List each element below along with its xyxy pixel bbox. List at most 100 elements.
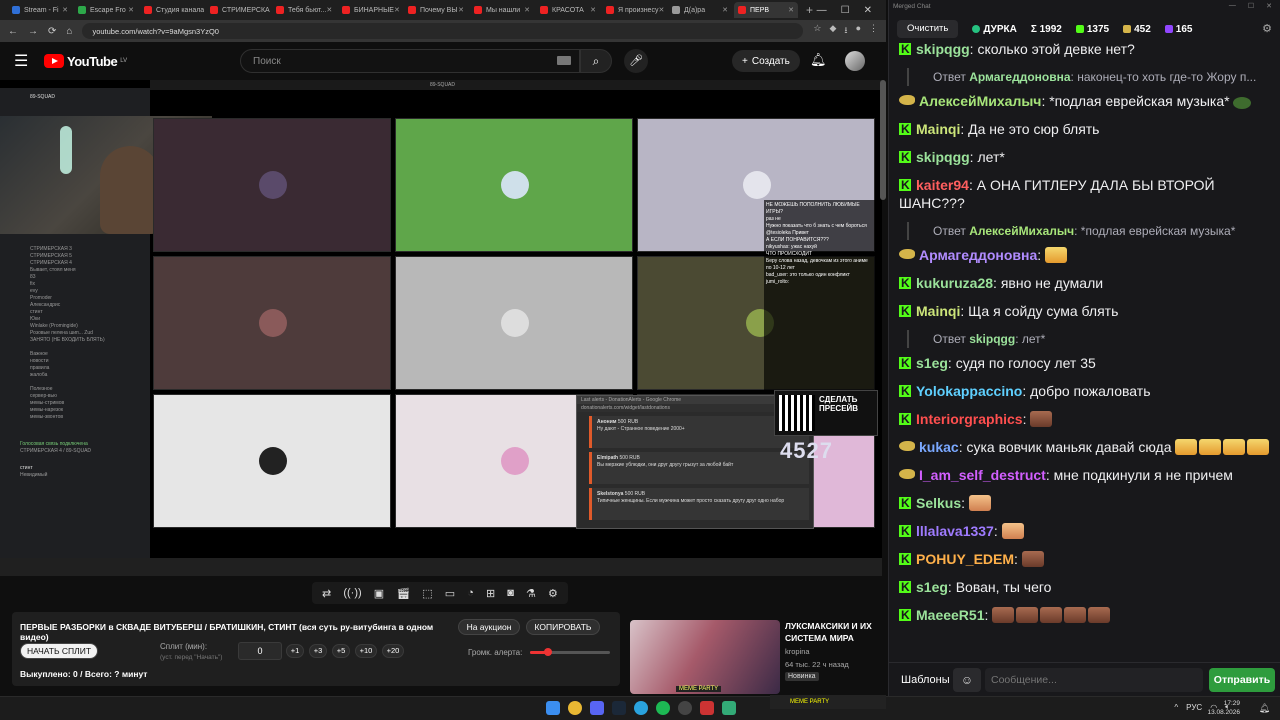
chat-username[interactable]: POHUY_EDEM bbox=[916, 551, 1014, 567]
message-input[interactable] bbox=[985, 668, 1203, 692]
clapper-icon[interactable]: 🎬︎ bbox=[396, 587, 410, 600]
maximize-icon[interactable]: ☐ bbox=[1248, 2, 1254, 10]
chat-username[interactable]: MaeeeR51 bbox=[916, 607, 985, 623]
chat-message-list[interactable]: skipqgg: сколько этой девке нет? Ответ А… bbox=[889, 40, 1280, 662]
hamburger-menu-icon[interactable]: ☰ bbox=[14, 51, 44, 71]
chat-message[interactable]: I_am_self_destruct: мне подкинули я не п… bbox=[899, 466, 1273, 484]
theater-icon[interactable]: ▭ bbox=[445, 587, 455, 600]
camera-record-icon[interactable]: ▣ bbox=[374, 587, 384, 600]
browser-tab[interactable]: БИНАРНЫЕ ✕ bbox=[338, 2, 402, 18]
star-icon[interactable]: ☆ bbox=[813, 23, 821, 39]
emoji-button[interactable]: ☺ bbox=[953, 668, 981, 692]
shuffle-icon[interactable]: ⇄ bbox=[322, 587, 331, 600]
app-icon[interactable] bbox=[700, 701, 714, 715]
chat-message[interactable]: lllalava1337: bbox=[899, 522, 1273, 540]
chat-username[interactable]: s1eg bbox=[916, 355, 948, 371]
chat-username[interactable]: Yolokappaccino bbox=[916, 383, 1022, 399]
close-icon[interactable]: ✕ bbox=[1266, 2, 1272, 10]
search-button[interactable]: ⌕ bbox=[580, 49, 612, 73]
start-split-button[interactable]: НАЧАТЬ СПЛИТ bbox=[20, 643, 98, 659]
chat-username[interactable]: lllalava1337 bbox=[916, 523, 994, 539]
broadcast-icon[interactable]: ((·)) bbox=[343, 587, 361, 599]
chevron-up-icon[interactable]: ^ bbox=[1174, 703, 1178, 712]
chat-message[interactable]: Mainqi: Да не это сюр блять bbox=[899, 120, 1273, 138]
chat-message[interactable]: Selkus: bbox=[899, 494, 1273, 512]
url-field[interactable]: youtube.com/watch?v=9aMgsn3YzQ0 bbox=[82, 23, 804, 39]
browser-tab[interactable]: Д(а)ра ✕ bbox=[668, 2, 732, 18]
recommended-title[interactable]: ЛУКСМАКСИКИ И ИХ СИСТЕМА МИРА bbox=[785, 620, 885, 644]
send-button[interactable]: Отправить bbox=[1209, 668, 1275, 692]
chat-username[interactable]: Interiorgraphics bbox=[916, 411, 1023, 427]
video-player[interactable]: 89-SQUAD 89-SQUAD СТРИМЕРСКАЯ 3 СТРИМЕРСК… bbox=[0, 80, 882, 576]
chat-message[interactable]: Interiorgraphics: bbox=[899, 410, 1273, 428]
chat-message[interactable]: skipqgg: сколько этой девке нет? bbox=[899, 40, 1273, 58]
auction-button[interactable]: На аукцион bbox=[458, 619, 520, 635]
chat-message[interactable]: skipqgg: лет* bbox=[899, 148, 1273, 166]
chat-username[interactable]: kukac bbox=[919, 439, 959, 455]
browser-tab[interactable]: Я произнесу ✕ bbox=[602, 2, 666, 18]
youtube-logo[interactable]: YouTube LV bbox=[44, 54, 127, 69]
start-icon[interactable] bbox=[546, 701, 560, 715]
telegram-icon[interactable] bbox=[634, 701, 648, 715]
chat-message[interactable]: POHUY_EDEM: bbox=[899, 550, 1273, 568]
browser-tab[interactable]: Почему ВЫ ✕ bbox=[404, 2, 468, 18]
chat-username[interactable]: skipqgg bbox=[916, 149, 970, 165]
chat-message[interactable]: kukuruza28: явно не думали bbox=[899, 274, 1273, 292]
browser-tab[interactable]: СТРИМЕРСКАЯ✕ bbox=[206, 2, 270, 18]
chat-username[interactable]: Армагеддоновна bbox=[969, 70, 1070, 84]
chat-username[interactable]: Армагеддоновна bbox=[919, 247, 1037, 263]
keyboard-icon[interactable] bbox=[557, 56, 571, 65]
chat-reply[interactable]: Ответ Армагеддоновна: наконец-то хоть гд… bbox=[907, 68, 1273, 86]
chat-message[interactable]: kukac: сука вовчик маньяк давай сюда bbox=[899, 438, 1273, 456]
tab-close-icon[interactable]: ✕ bbox=[524, 6, 530, 14]
chat-message[interactable]: MaeeeR51: bbox=[899, 606, 1273, 624]
home-icon[interactable]: ⌂ bbox=[66, 26, 72, 37]
chat-message[interactable]: АлексейМихалыч: *подлая еврейская музыка… bbox=[899, 92, 1273, 110]
forward-icon[interactable]: → bbox=[28, 26, 38, 37]
increment-button[interactable]: +5 bbox=[332, 644, 350, 658]
extension-icon[interactable]: ◆ bbox=[829, 23, 836, 39]
media-widget[interactable]: MEME PARTY bbox=[770, 695, 886, 709]
increment-button[interactable]: +10 bbox=[355, 644, 377, 658]
download-icon[interactable]: ⭳ bbox=[844, 23, 847, 39]
chrome-icon[interactable] bbox=[568, 701, 582, 715]
voice-search-button[interactable]: 🎤︎ bbox=[624, 49, 648, 73]
obs-icon[interactable] bbox=[678, 701, 692, 715]
tab-close-icon[interactable]: ✕ bbox=[658, 6, 664, 14]
add-clip-icon[interactable]: ⊞ bbox=[486, 587, 495, 600]
account-avatar[interactable] bbox=[845, 51, 865, 71]
chat-reply[interactable]: Ответ skipqgg: лет* bbox=[907, 330, 1273, 348]
browser-tab[interactable]: Escape Fro ✕ bbox=[74, 2, 138, 18]
increment-button[interactable]: +1 bbox=[286, 644, 304, 658]
language-indicator[interactable]: РУС bbox=[1186, 703, 1202, 712]
tab-close-icon[interactable]: ✕ bbox=[590, 6, 596, 14]
tab-close-icon[interactable]: ✕ bbox=[62, 6, 68, 14]
chat-username[interactable]: I_am_self_destruct bbox=[919, 467, 1046, 483]
app-icon[interactable] bbox=[722, 701, 736, 715]
page-scrollbar[interactable] bbox=[880, 80, 886, 200]
templates-button[interactable]: Шаблоны bbox=[893, 668, 958, 692]
kebab-menu-icon[interactable]: ⋮ bbox=[869, 23, 878, 39]
spotify-icon[interactable] bbox=[656, 701, 670, 715]
recommended-video[interactable]: MEME PARTY ЛУКСМАКСИКИ И ИХ СИСТЕМА МИРА… bbox=[630, 620, 886, 694]
increment-button[interactable]: +20 bbox=[382, 644, 404, 658]
gear-icon[interactable]: ⚙ bbox=[1262, 22, 1272, 35]
chat-username[interactable]: skipqgg bbox=[969, 332, 1015, 346]
chat-message[interactable]: s1eg: судя по голосу лет 35 bbox=[899, 354, 1273, 372]
tab-close-icon[interactable]: ✕ bbox=[326, 6, 332, 14]
chat-username[interactable]: АлексейМихалыч bbox=[919, 93, 1041, 109]
taskbar-clock[interactable]: 17:29 13.08.2026 bbox=[1207, 699, 1240, 717]
create-button[interactable]: + Создать bbox=[732, 50, 800, 72]
steam-icon[interactable] bbox=[612, 701, 626, 715]
browser-tab[interactable]: Stream - Fi ✕ bbox=[8, 2, 72, 18]
fullscreen-frame-icon[interactable]: ⬚ bbox=[422, 587, 432, 600]
chat-message[interactable]: s1eg: Вован, ты чего bbox=[899, 578, 1273, 596]
browser-tab[interactable]: Тебя бьют... ✕ bbox=[272, 2, 336, 18]
chat-username[interactable]: kaiter94 bbox=[916, 177, 969, 193]
chat-message[interactable]: Армагеддоновна: bbox=[899, 246, 1273, 264]
discord-icon[interactable] bbox=[590, 701, 604, 715]
tab-close-icon[interactable]: ✕ bbox=[788, 6, 794, 14]
settings-icon[interactable]: ⚙ bbox=[548, 587, 558, 600]
tab-close-icon[interactable]: ✕ bbox=[722, 6, 728, 14]
tab-close-icon[interactable]: ✕ bbox=[394, 6, 400, 14]
